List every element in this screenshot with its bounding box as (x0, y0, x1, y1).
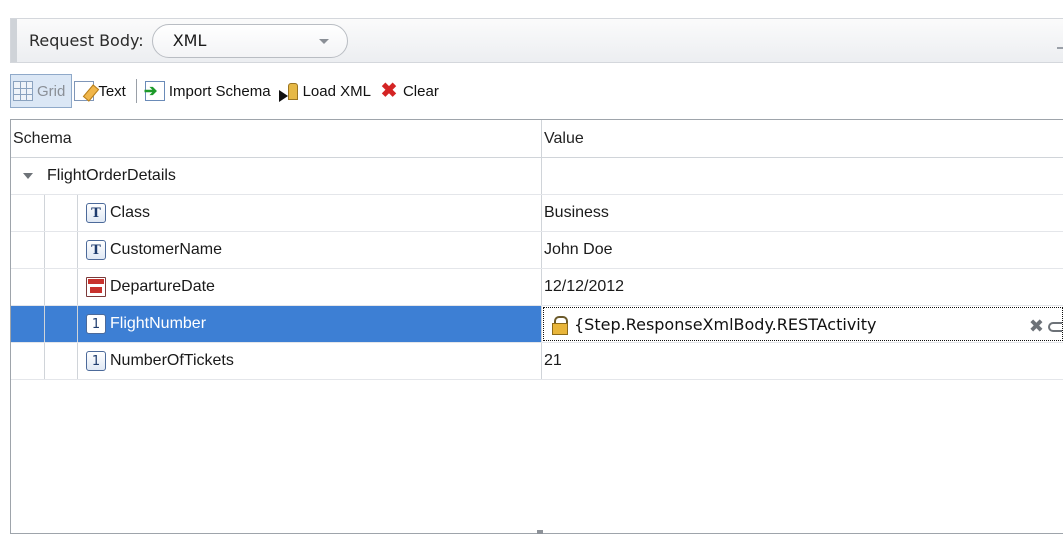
indent-guide (44, 269, 45, 305)
schema-grid: Schema Value FlightOrderDetails T Class … (10, 119, 1063, 534)
schema-cell: FlightOrderDetails (11, 158, 542, 194)
tree-row-flightorderdetails[interactable]: FlightOrderDetails (11, 158, 1063, 195)
text-label: Text (98, 82, 126, 100)
load-xml-button[interactable]: Load XML (277, 74, 377, 108)
load-icon (278, 81, 299, 102)
schema-cell: T CustomerName (11, 232, 542, 268)
edit-text-icon (74, 81, 95, 101)
text-type-icon: T (86, 203, 106, 223)
grid-label: Grid (37, 82, 66, 100)
field-name: FlightNumber (110, 315, 207, 332)
indent-guide (44, 343, 45, 379)
text-type-icon: T (86, 240, 106, 260)
schema-cell: 1 FlightNumber (11, 306, 542, 342)
date-type-icon (86, 277, 106, 297)
request-body-bar: Request Body: XML (10, 18, 1063, 63)
body-type-dropdown[interactable]: XML (151, 23, 348, 58)
clear-label: Clear (402, 82, 439, 100)
value-cell[interactable] (542, 158, 1063, 194)
text-view-button[interactable]: Text (72, 74, 132, 108)
indent-guide (44, 232, 45, 268)
tree-row-departuredate[interactable]: DepartureDate 12/12/2012 (11, 269, 1063, 306)
schema-cell: DepartureDate (11, 269, 542, 305)
clear-icon: ✖ (380, 80, 398, 102)
grid-icon (13, 81, 33, 101)
value-cell[interactable]: John Doe (542, 232, 1063, 268)
body-type-value: XML (172, 31, 207, 50)
tree-row-customername[interactable]: T CustomerName John Doe (11, 232, 1063, 269)
parameter-value[interactable]: {Step.ResponseXmlBody.RESTActivity (574, 315, 876, 334)
number-type-icon: 1 (86, 351, 106, 371)
field-name: NumberOfTickets (110, 352, 234, 369)
field-name: Class (110, 204, 151, 221)
tree-row-flightnumber[interactable]: 1 FlightNumber {Step.ResponseXmlBody.RES… (11, 306, 1063, 343)
schema-cell: T Class (11, 195, 542, 231)
import-schema-label: Import Schema (168, 82, 271, 100)
drag-grip[interactable] (11, 19, 17, 62)
grid-header: Schema Value (11, 120, 1063, 158)
chevron-down-icon (318, 38, 329, 44)
value-cell-editor[interactable]: {Step.ResponseXmlBody.RESTActivity ✖ (543, 307, 1063, 341)
grid-view-button[interactable]: Grid (10, 74, 73, 108)
clear-value-icon[interactable]: ✖ (1029, 316, 1044, 337)
toolbar-separator (135, 79, 137, 103)
tree-row-class[interactable]: T Class Business (11, 195, 1063, 232)
indent-guide (44, 195, 45, 231)
field-name: CustomerName (110, 241, 223, 258)
cell-actions: ✖ (1029, 316, 1062, 337)
node-name: FlightOrderDetails (47, 167, 176, 184)
value-cell[interactable]: 12/12/2012 (542, 269, 1063, 305)
clear-button[interactable]: ✖ Clear (377, 74, 445, 108)
link-icon[interactable] (1048, 321, 1062, 332)
schema-cell: 1 NumberOfTickets (11, 343, 542, 379)
collapse-arrow-icon[interactable] (23, 173, 33, 179)
value-cell[interactable]: 21 (542, 343, 1063, 379)
number-type-icon: 1 (86, 314, 106, 334)
value-column-header[interactable]: Value (542, 120, 1063, 157)
toolbar-overflow-icon[interactable] (1057, 47, 1063, 49)
tree-row-numberoftickets[interactable]: 1 NumberOfTickets 21 (11, 343, 1063, 380)
toolbar: Grid Text Import Schema Load XML ✖ Clear (10, 72, 1063, 110)
value-cell[interactable]: Business (542, 195, 1063, 231)
request-body-label: Request Body: (29, 31, 144, 50)
field-name: DepartureDate (110, 278, 215, 295)
lock-icon (552, 316, 568, 335)
splitter-handle[interactable] (537, 530, 543, 534)
import-schema-button[interactable]: Import Schema (143, 74, 277, 108)
indent-guide (44, 306, 45, 342)
schema-column-header[interactable]: Schema (11, 120, 542, 157)
load-xml-label: Load XML (302, 82, 371, 100)
import-icon (144, 81, 165, 101)
